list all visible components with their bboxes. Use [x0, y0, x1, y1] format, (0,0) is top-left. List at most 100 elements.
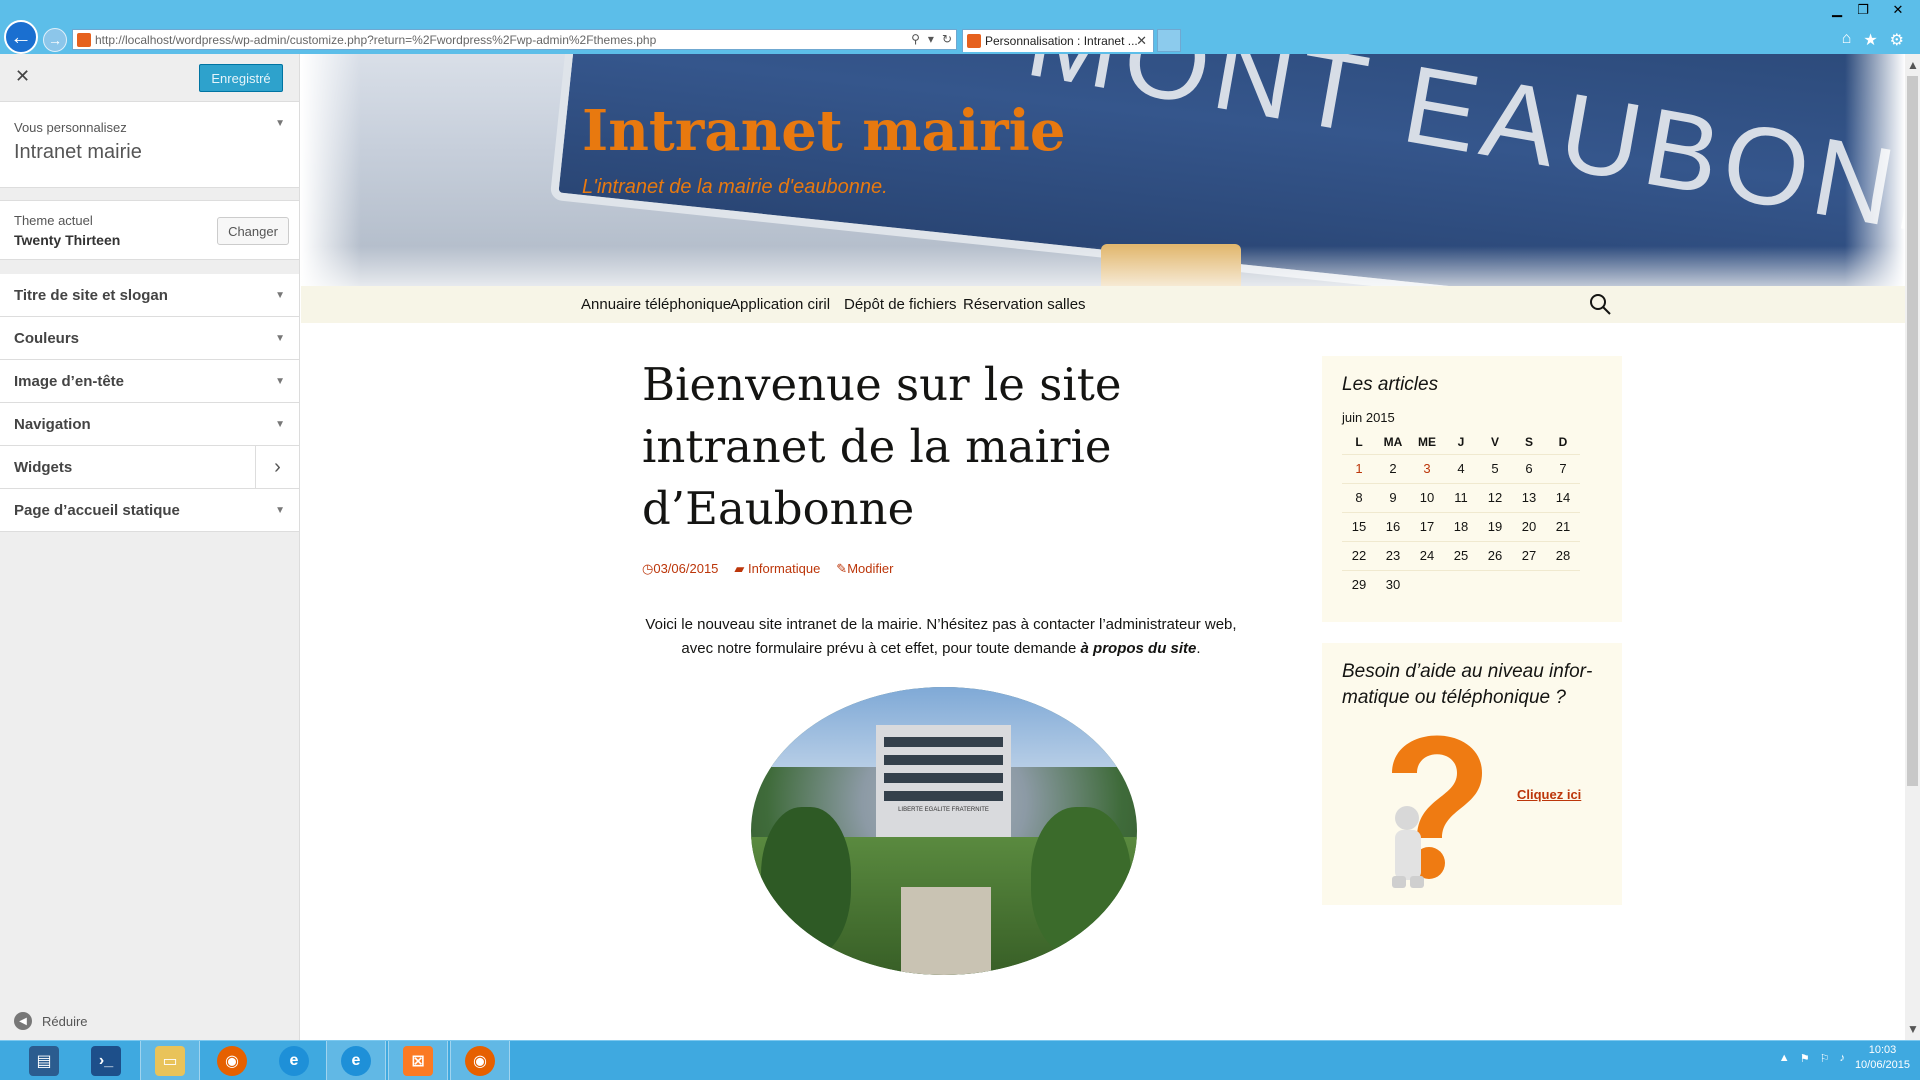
section-colors[interactable]: Couleurs ▼: [0, 317, 299, 360]
site-title[interactable]: Intranet mairie: [582, 98, 1066, 164]
nav-item-ciril[interactable]: Application ciril: [730, 296, 830, 313]
taskbar-server-manager[interactable]: ▤: [14, 1041, 74, 1080]
calendar-day: [1444, 569, 1478, 599]
calendar-day: 2: [1376, 453, 1410, 483]
calendar-day: 17: [1410, 511, 1444, 541]
scroll-up-icon[interactable]: ▲: [1907, 58, 1919, 72]
expand-arrow-icon[interactable]: ▼: [275, 118, 285, 129]
close-icon[interactable]: ✕: [1876, 0, 1920, 20]
calendar-day: 9: [1376, 482, 1410, 512]
calendar-weekday: V: [1490, 434, 1499, 449]
calendar-day: 30: [1376, 569, 1410, 599]
forward-button[interactable]: →: [43, 28, 67, 52]
calendar-day: 26: [1478, 540, 1512, 570]
restore-icon[interactable]: ❐: [1850, 0, 1876, 20]
network-icon[interactable]: ⚑: [1800, 1052, 1810, 1065]
star-icon[interactable]: ★: [1863, 30, 1877, 50]
info-label: Vous personnalisez: [14, 120, 127, 135]
section-header-image[interactable]: Image d’en-tête ▼: [0, 360, 299, 403]
scroll-thumb[interactable]: [1907, 76, 1918, 786]
taskbar-ie-active[interactable]: e: [326, 1041, 386, 1080]
scroll-down-icon[interactable]: ▼: [1907, 1022, 1919, 1036]
clock[interactable]: 10:03 10/06/2015: [1855, 1043, 1910, 1073]
system-tray: ▲ ⚑ ⚐ ♪ 10:03 10/06/2015: [1779, 1043, 1910, 1073]
calendar-day-link[interactable]: 3: [1410, 453, 1444, 483]
calendar-day: [1546, 569, 1580, 599]
calendar-day: 25: [1444, 540, 1478, 570]
customizer-header: ✕ Enregistré: [0, 54, 299, 102]
save-button[interactable]: Enregistré: [199, 64, 283, 92]
calendar-table: L MA ME J V S D 1 2 3 4 5 6 7 8 9 10 11 12 13 14 15 16 17 18 19 2…: [1342, 430, 1580, 599]
calendar-day: 22: [1342, 540, 1376, 570]
browser-tab[interactable]: Personnalisation : Intranet ... ✕: [962, 29, 1154, 52]
taskbar-xampp[interactable]: ⊠: [388, 1041, 448, 1080]
action-center-icon[interactable]: ⚐: [1820, 1052, 1830, 1065]
section-static-front-page[interactable]: Page d’accueil statique ▼: [0, 489, 299, 532]
site-description: L'intranet de la mairie d'eaubonne.: [582, 176, 888, 198]
customizer-sidebar: ✕ Enregistré Vous personnalisez Intranet…: [0, 54, 300, 1040]
search-icon[interactable]: ⚲: [911, 32, 920, 46]
calendar-day: 21: [1546, 511, 1580, 541]
calendar-weekday: J: [1457, 434, 1465, 449]
site-preview: MONT EAUBONNE Intranet mairie L'intranet…: [301, 54, 1905, 1040]
site-favicon-icon: [77, 33, 91, 47]
taskbar-file-explorer[interactable]: ▭: [140, 1041, 200, 1080]
search-icon[interactable]: [1588, 292, 1612, 316]
gear-icon[interactable]: ⚙: [1890, 30, 1904, 50]
tab-close-icon[interactable]: ✕: [1136, 33, 1147, 49]
taskbar: ▤ ›_ ▭ ◉ e e ⊠ ◉ ▲ ⚑ ⚐ ♪ 10:03 10/06/201…: [0, 1040, 1920, 1080]
expand-arrow-icon: ▼: [275, 376, 285, 387]
new-tab-button[interactable]: [1157, 29, 1181, 52]
dropdown-icon[interactable]: ▾: [928, 32, 934, 46]
tray-expand-icon[interactable]: ▲: [1779, 1052, 1790, 1064]
close-customizer-icon[interactable]: ✕: [15, 66, 30, 87]
taskbar-firefox-2[interactable]: ◉: [450, 1041, 510, 1080]
minimize-icon[interactable]: ▁: [1824, 0, 1850, 20]
calendar-day: [1512, 569, 1546, 599]
section-widgets[interactable]: Widgets ›: [0, 446, 299, 489]
calendar-day: 20: [1512, 511, 1546, 541]
xampp-icon: ⊠: [403, 1046, 433, 1076]
calendar-day: 14: [1546, 482, 1580, 512]
section-site-title[interactable]: Titre de site et slogan ▼: [0, 274, 299, 317]
calendar-week: 29 30: [1342, 569, 1580, 599]
refresh-icon[interactable]: ↻: [942, 32, 952, 46]
volume-icon[interactable]: ♪: [1839, 1052, 1845, 1064]
tab-favicon-icon: [967, 34, 981, 48]
taskbar-firefox[interactable]: ◉: [202, 1041, 262, 1080]
calendar-day: 19: [1478, 511, 1512, 541]
post-title[interactable]: Bienvenue sur le site intranet de la mai…: [642, 354, 1172, 540]
collapse-sidebar-button[interactable]: ◀ Réduire: [14, 1012, 88, 1030]
chevron-right-icon[interactable]: ›: [255, 446, 299, 488]
address-bar[interactable]: http://localhost/wordpress/wp-admin/cust…: [72, 29, 957, 50]
nav-item-depot[interactable]: Dépôt de fichiers: [844, 296, 957, 313]
taskbar-ie[interactable]: e: [264, 1041, 324, 1080]
calendar-day: 24: [1410, 540, 1444, 570]
post-content: Voici le nouveau site intranet de la mai…: [645, 616, 1237, 657]
calendar-weekday: D: [1558, 434, 1568, 449]
section-navigation[interactable]: Navigation ▼: [0, 403, 299, 446]
internet-explorer-icon: e: [279, 1046, 309, 1076]
back-button[interactable]: ←: [4, 20, 38, 54]
calendar-day: 11: [1444, 482, 1478, 512]
nav-item-annuaire[interactable]: Annuaire téléphonique: [581, 296, 731, 313]
section-label: Image d’en-tête: [14, 372, 125, 390]
preview-scrollbar[interactable]: ▲ ▼: [1905, 54, 1920, 1040]
help-link[interactable]: Cliquez ici: [1517, 787, 1581, 802]
collapse-arrow-icon: ◀: [14, 1012, 32, 1030]
calendar-day: [1410, 569, 1444, 599]
calendar-widget: Les articles juin 2015 L MA ME J V S D 1234567…: [1322, 356, 1622, 622]
post-edit-link[interactable]: ✎Modifier: [836, 561, 893, 577]
tab-title: Personnalisation : Intranet ...: [985, 34, 1138, 48]
post-date-link[interactable]: ◷03/06/2015: [642, 561, 718, 577]
calendar-weekday: MA: [1383, 434, 1403, 449]
calendar-day: 13: [1512, 482, 1546, 512]
customizer-info[interactable]: Vous personnalisez Intranet mairie ▼: [0, 102, 299, 188]
taskbar-powershell[interactable]: ›_: [76, 1041, 136, 1080]
section-label: Titre de site et slogan: [14, 286, 168, 304]
calendar-day-link[interactable]: 1: [1342, 453, 1376, 483]
nav-item-reservation[interactable]: Réservation salles: [963, 296, 1086, 313]
post-category-link[interactable]: ▰ Informatique: [734, 561, 820, 577]
home-icon[interactable]: ⌂: [1842, 30, 1852, 50]
change-theme-button[interactable]: Changer: [217, 217, 289, 245]
